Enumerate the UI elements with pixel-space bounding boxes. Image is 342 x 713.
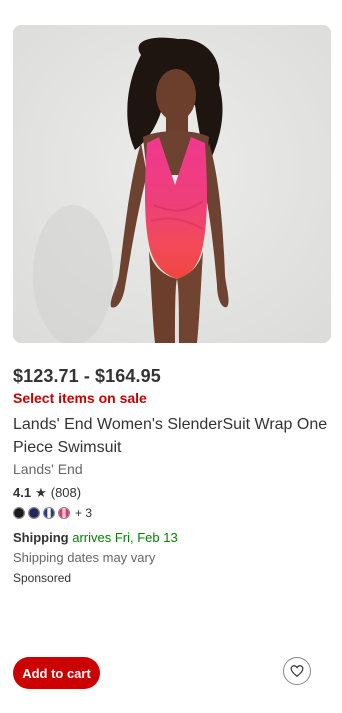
sponsored-label: Sponsored [13, 571, 72, 585]
sale-label: Select items on sale [13, 390, 147, 406]
price-range: $123.71 - $164.95 [13, 366, 161, 386]
shipping-note: Shipping dates may vary [13, 550, 156, 565]
heart-icon [290, 665, 304, 678]
rating[interactable]: 4.1 ★ (808) [13, 485, 81, 500]
shipping-arrival: arrives Fri, Feb 13 [72, 530, 178, 545]
product-image[interactable] [13, 25, 331, 343]
swatch-navy[interactable] [28, 507, 40, 519]
product-title[interactable]: Lands' End Women's SlenderSuit Wrap One … [13, 413, 338, 459]
star-icon: ★ [35, 485, 47, 500]
brand-name[interactable]: Lands' End [13, 461, 83, 477]
swimsuit-model-image [13, 25, 331, 343]
add-to-cart-button[interactable]: Add to cart [13, 657, 100, 689]
shipping-label: Shipping [13, 530, 69, 545]
favorite-button[interactable] [283, 657, 311, 685]
swatch-navy-white-stripe[interactable] [43, 507, 55, 519]
swatch-pink-navy-pattern[interactable] [58, 507, 70, 519]
rating-value: 4.1 [13, 485, 32, 500]
review-count: (808) [50, 485, 82, 500]
shipping-info: Shipping arrives Fri, Feb 13 [13, 530, 178, 545]
swatch-black[interactable] [13, 507, 25, 519]
more-colors[interactable]: + 3 [75, 506, 92, 520]
color-swatches: + 3 [13, 506, 92, 520]
product-card: $123.71 - $164.95 Select items on sale L… [0, 0, 342, 713]
